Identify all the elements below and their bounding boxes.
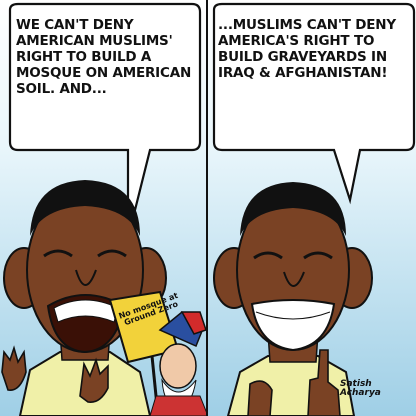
speech-text-right: ...Muslims can't deny America's right to… — [218, 17, 396, 81]
signature-line-2: Acharya — [340, 388, 381, 399]
comic-strip: We can't deny American Muslims' right to… — [0, 0, 416, 416]
panel-left: We can't deny American Muslims' right to… — [0, 0, 208, 416]
panel-right: ...Muslims can't deny America's right to… — [208, 0, 416, 416]
artist-signature: Satish Acharya — [340, 379, 381, 399]
speech-text-left: We can't deny American Muslims' right to… — [16, 17, 192, 97]
